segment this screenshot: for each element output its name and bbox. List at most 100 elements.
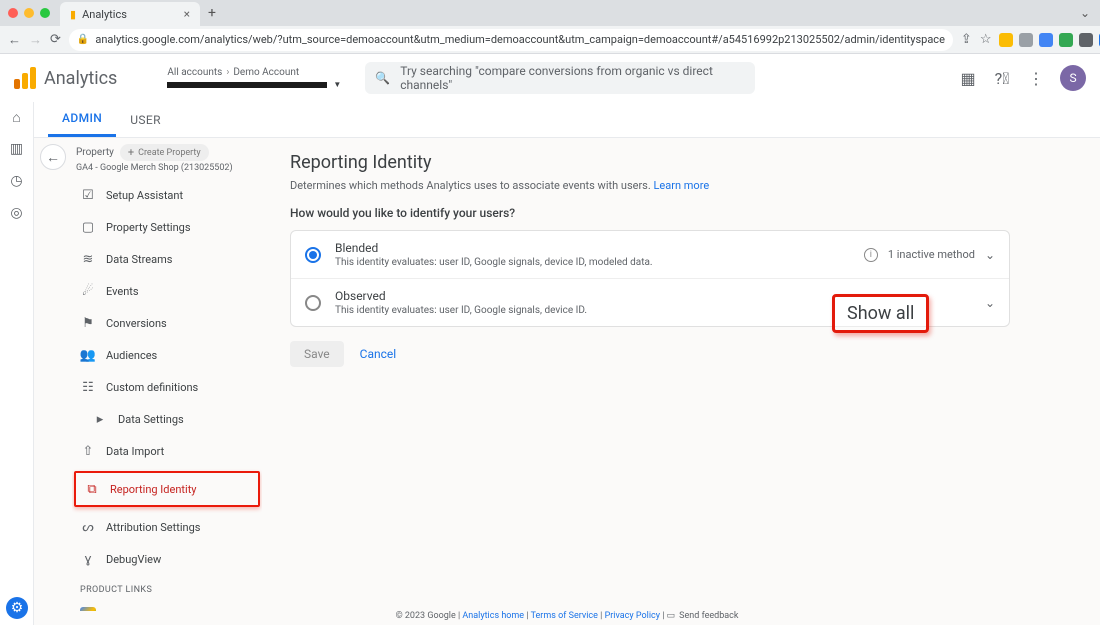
breadcrumb-account[interactable]: Demo Account [233, 67, 299, 78]
analytics-logo-icon [14, 67, 36, 89]
search-input[interactable]: 🔍 Try searching "compare conversions fro… [365, 62, 755, 94]
lock-icon: 🔒 [77, 34, 89, 45]
browser-toolbar: ← → ⟳ 🔒 analytics.google.com/analytics/w… [0, 26, 1100, 54]
sidebar-item-conversions[interactable]: ⚑Conversions [72, 307, 262, 339]
action-buttons: Save Cancel [290, 341, 1010, 367]
desc-text: Determines which methods Analytics uses … [290, 179, 654, 192]
option-blended[interactable]: Blended This identity evaluates: user ID… [291, 231, 1009, 279]
window-controls[interactable] [8, 8, 50, 18]
events-icon: ☄ [80, 283, 96, 299]
reload-button[interactable]: ⟳ [50, 32, 61, 47]
explore-icon[interactable]: ◷ [8, 172, 26, 190]
extension-icon[interactable] [1059, 33, 1073, 47]
analytics-home-link[interactable]: Analytics home [462, 611, 524, 621]
account-picker[interactable]: ▼ [167, 80, 341, 89]
home-icon[interactable]: ⌂ [8, 108, 26, 126]
streams-icon: ≋ [80, 251, 96, 267]
account-name-redacted [167, 82, 327, 88]
tab-overflow-icon[interactable]: ⌄ [1080, 6, 1090, 20]
create-property-button[interactable]: + Create Property [120, 144, 209, 161]
sidebar-item-label: Reporting Identity [110, 483, 197, 496]
save-button[interactable]: Save [290, 341, 344, 367]
new-tab-button[interactable]: + [208, 5, 216, 21]
search-icon: 🔍 [375, 71, 390, 85]
breadcrumb[interactable]: All accounts › Demo Account [167, 67, 341, 78]
back-nav: ← [34, 138, 72, 611]
back-button[interactable]: ← [40, 144, 66, 170]
terms-link[interactable]: Terms of Service [531, 611, 598, 621]
kebab-menu-icon[interactable]: ⋮ [1026, 68, 1046, 88]
page-title: Reporting Identity [290, 152, 1010, 173]
show-all-callout[interactable]: Show all [832, 294, 929, 333]
user-avatar[interactable]: S [1060, 65, 1086, 91]
close-window-icon[interactable] [8, 8, 18, 18]
sidebar-item-label: Attribution Settings [106, 521, 200, 534]
tab-favicon: ▮ [70, 8, 76, 21]
back-button[interactable]: ← [8, 32, 21, 48]
tab-admin[interactable]: ADMIN [48, 102, 116, 137]
breadcrumb-all[interactable]: All accounts [167, 67, 222, 78]
help-icon[interactable]: ?⃝ [992, 68, 1012, 88]
property-name[interactable]: GA4 - Google Merch Shop (213025502) [72, 163, 262, 179]
sidebar-item-label: Audiences [106, 349, 157, 362]
sidebar-item-reporting-identity[interactable]: ⧉Reporting Identity [74, 471, 260, 507]
tab-user[interactable]: USER [116, 102, 175, 137]
admin-body: ← Property + Create Property GA4 - Googl… [34, 138, 1100, 611]
browser-tab-strip: ▮ Analytics × + ⌄ [0, 0, 1100, 26]
left-nav-rail: ⌂ ▥ ◷ ◎ ⚙ [0, 102, 34, 625]
radio-selected-icon[interactable] [305, 247, 321, 263]
sidebar-item-attribution-settings[interactable]: ᔕ Attribution Settings [72, 511, 262, 543]
sidebar-item-google-ads-links[interactable]: Google Ads Links [72, 599, 262, 611]
sidebar-item-label: Custom definitions [106, 381, 198, 394]
bookmark-icon[interactable]: ☆ [980, 32, 992, 47]
extension-icon[interactable] [1039, 33, 1053, 47]
sidebar-item-property-settings[interactable]: ▢Property Settings [72, 211, 262, 243]
reports-icon[interactable]: ▥ [8, 140, 26, 158]
option-subtitle: This identity evaluates: user ID, Google… [335, 257, 864, 268]
cancel-button[interactable]: Cancel [360, 347, 397, 361]
analytics-logo[interactable]: Analytics [14, 67, 117, 89]
apps-grid-icon[interactable]: ▦ [958, 68, 978, 88]
tab-title: Analytics [82, 8, 127, 21]
maximize-window-icon[interactable] [40, 8, 50, 18]
sidebar-item-label: DebugView [106, 553, 161, 566]
sidebar-item-data-streams[interactable]: ≋Data Streams [72, 243, 262, 275]
share-icon[interactable]: ⇪ [961, 32, 972, 47]
attribution-icon: ᔕ [80, 519, 96, 535]
sidebar-item-debugview[interactable]: ɣ DebugView [72, 543, 262, 575]
upload-icon: ⇧ [80, 443, 96, 459]
browser-tab[interactable]: ▮ Analytics × [60, 2, 200, 26]
url-text: analytics.google.com/analytics/web/?utm_… [95, 33, 945, 46]
advertising-icon[interactable]: ◎ [8, 204, 26, 222]
close-tab-icon[interactable]: × [184, 7, 190, 21]
extension-icon[interactable] [1019, 33, 1033, 47]
admin-tabs: ADMIN USER [34, 102, 1100, 138]
feedback-label: Send feedback [679, 611, 738, 621]
minimize-window-icon[interactable] [24, 8, 34, 18]
send-feedback-button[interactable]: ▭Send feedback [667, 611, 739, 621]
sidebar-item-custom-definitions[interactable]: ☷Custom definitions [72, 371, 262, 403]
info-icon[interactable]: i [864, 248, 878, 262]
sidebar-item-data-settings[interactable]: ▸Data Settings [72, 403, 262, 435]
extension-icon[interactable] [999, 33, 1013, 47]
forward-button[interactable]: → [29, 32, 42, 48]
address-bar[interactable]: 🔒 analytics.google.com/analytics/web/?ut… [69, 29, 953, 51]
chevron-down-icon[interactable]: ⌄ [985, 248, 995, 262]
chevron-down-icon[interactable]: ⌄ [985, 296, 995, 310]
privacy-link[interactable]: Privacy Policy [605, 611, 660, 621]
extension-icon[interactable] [1079, 33, 1093, 47]
debug-icon: ɣ [80, 551, 96, 567]
page-description: Determines which methods Analytics uses … [290, 179, 1010, 192]
dropdown-arrow-icon: ▼ [333, 80, 341, 89]
settings-gear-icon[interactable]: ⚙ [6, 597, 28, 619]
sidebar-item-events[interactable]: ☄Events [72, 275, 262, 307]
radio-unselected-icon[interactable] [305, 295, 321, 311]
sidebar-item-audiences[interactable]: 👥Audiences [72, 339, 262, 371]
search-placeholder: Try searching "compare conversions from … [400, 64, 745, 92]
page-footer: © 2023 Google | Analytics home | Terms o… [34, 611, 1100, 625]
main-panel: Reporting Identity Determines which meth… [262, 138, 1100, 611]
checklist-icon: ☑ [80, 187, 96, 203]
sidebar-item-setup-assistant[interactable]: ☑Setup Assistant [72, 179, 262, 211]
sidebar-item-data-import[interactable]: ⇧Data Import [72, 435, 262, 467]
learn-more-link[interactable]: Learn more [654, 179, 710, 192]
